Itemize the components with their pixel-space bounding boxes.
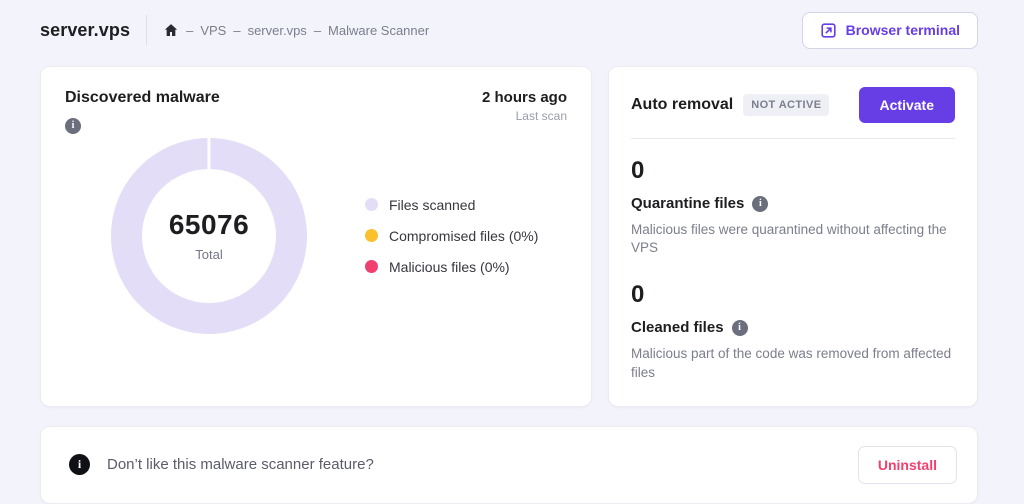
discovered-malware-card: Discovered malware i 2 hours ago Last sc…	[40, 66, 592, 407]
last-scan-label: Last scan	[482, 109, 567, 123]
breadcrumb-separator: –	[186, 23, 193, 38]
auto-removal-card: Auto removal NOT ACTIVE Activate 0 Quara…	[608, 66, 978, 407]
terminal-new-window-icon	[820, 22, 837, 39]
info-icon[interactable]: i	[65, 118, 81, 134]
uninstall-message: Don’t like this malware scanner feature?	[107, 456, 374, 473]
browser-terminal-button[interactable]: Browser terminal	[802, 12, 978, 49]
cleaned-files-label: Cleaned files	[631, 319, 724, 336]
header-divider	[146, 15, 147, 45]
legend-item-files-scanned: Files scanned	[365, 197, 538, 213]
auto-removal-title: Auto removal	[631, 96, 733, 114]
malicious-files-dot-icon	[365, 260, 378, 273]
files-scanned-dot-icon	[365, 198, 378, 211]
breadcrumb-item-server[interactable]: server.vps	[248, 23, 307, 38]
main-content: Discovered malware i 2 hours ago Last sc…	[0, 58, 1024, 407]
quarantine-files-description: Malicious files were quarantined without…	[631, 221, 955, 257]
home-icon[interactable]	[163, 22, 179, 38]
chart-legend: Files scanned Compromised files (0%) Mal…	[365, 197, 538, 275]
cleaned-files-description: Malicious part of the code was removed f…	[631, 345, 955, 381]
divider	[631, 138, 955, 139]
discovered-malware-title: Discovered malware	[65, 89, 220, 107]
quarantine-files-label: Quarantine files	[631, 195, 744, 212]
browser-terminal-label: Browser terminal	[846, 22, 960, 38]
quarantine-files-count: 0	[631, 157, 955, 185]
legend-item-compromised-files: Compromised files (0%)	[365, 228, 538, 244]
legend-label: Compromised files (0%)	[389, 228, 538, 244]
info-icon: i	[69, 454, 90, 475]
info-icon[interactable]: i	[732, 320, 748, 336]
page-title: server.vps	[40, 20, 130, 41]
breadcrumb-item-vps[interactable]: VPS	[200, 23, 226, 38]
breadcrumb-separator: –	[314, 23, 321, 38]
quarantine-files-stat: 0 Quarantine files i Malicious files wer…	[631, 157, 955, 257]
legend-item-malicious-files: Malicious files (0%)	[365, 259, 538, 275]
cleaned-files-count: 0	[631, 281, 955, 309]
legend-label: Files scanned	[389, 197, 475, 213]
last-scan-value: 2 hours ago	[482, 89, 567, 106]
activate-button[interactable]: Activate	[859, 87, 955, 123]
breadcrumb-item-malware-scanner: Malware Scanner	[328, 23, 429, 38]
legend-label: Malicious files (0%)	[389, 259, 510, 275]
uninstall-button[interactable]: Uninstall	[858, 446, 957, 484]
topbar: server.vps – VPS – server.vps – Malware …	[0, 0, 1024, 58]
donut-total-label: Total	[195, 247, 222, 262]
status-badge: NOT ACTIVE	[743, 94, 829, 116]
compromised-files-dot-icon	[365, 229, 378, 242]
info-icon[interactable]: i	[752, 196, 768, 212]
uninstall-banner: i Don’t like this malware scanner featur…	[40, 426, 978, 504]
breadcrumb: – VPS – server.vps – Malware Scanner	[163, 22, 429, 38]
breadcrumb-separator: –	[233, 23, 240, 38]
donut-total-value: 65076	[169, 209, 249, 241]
malware-donut-chart: 65076 Total Files scanned Compromised fi…	[65, 138, 567, 334]
cleaned-files-stat: 0 Cleaned files i Malicious part of the …	[631, 281, 955, 381]
